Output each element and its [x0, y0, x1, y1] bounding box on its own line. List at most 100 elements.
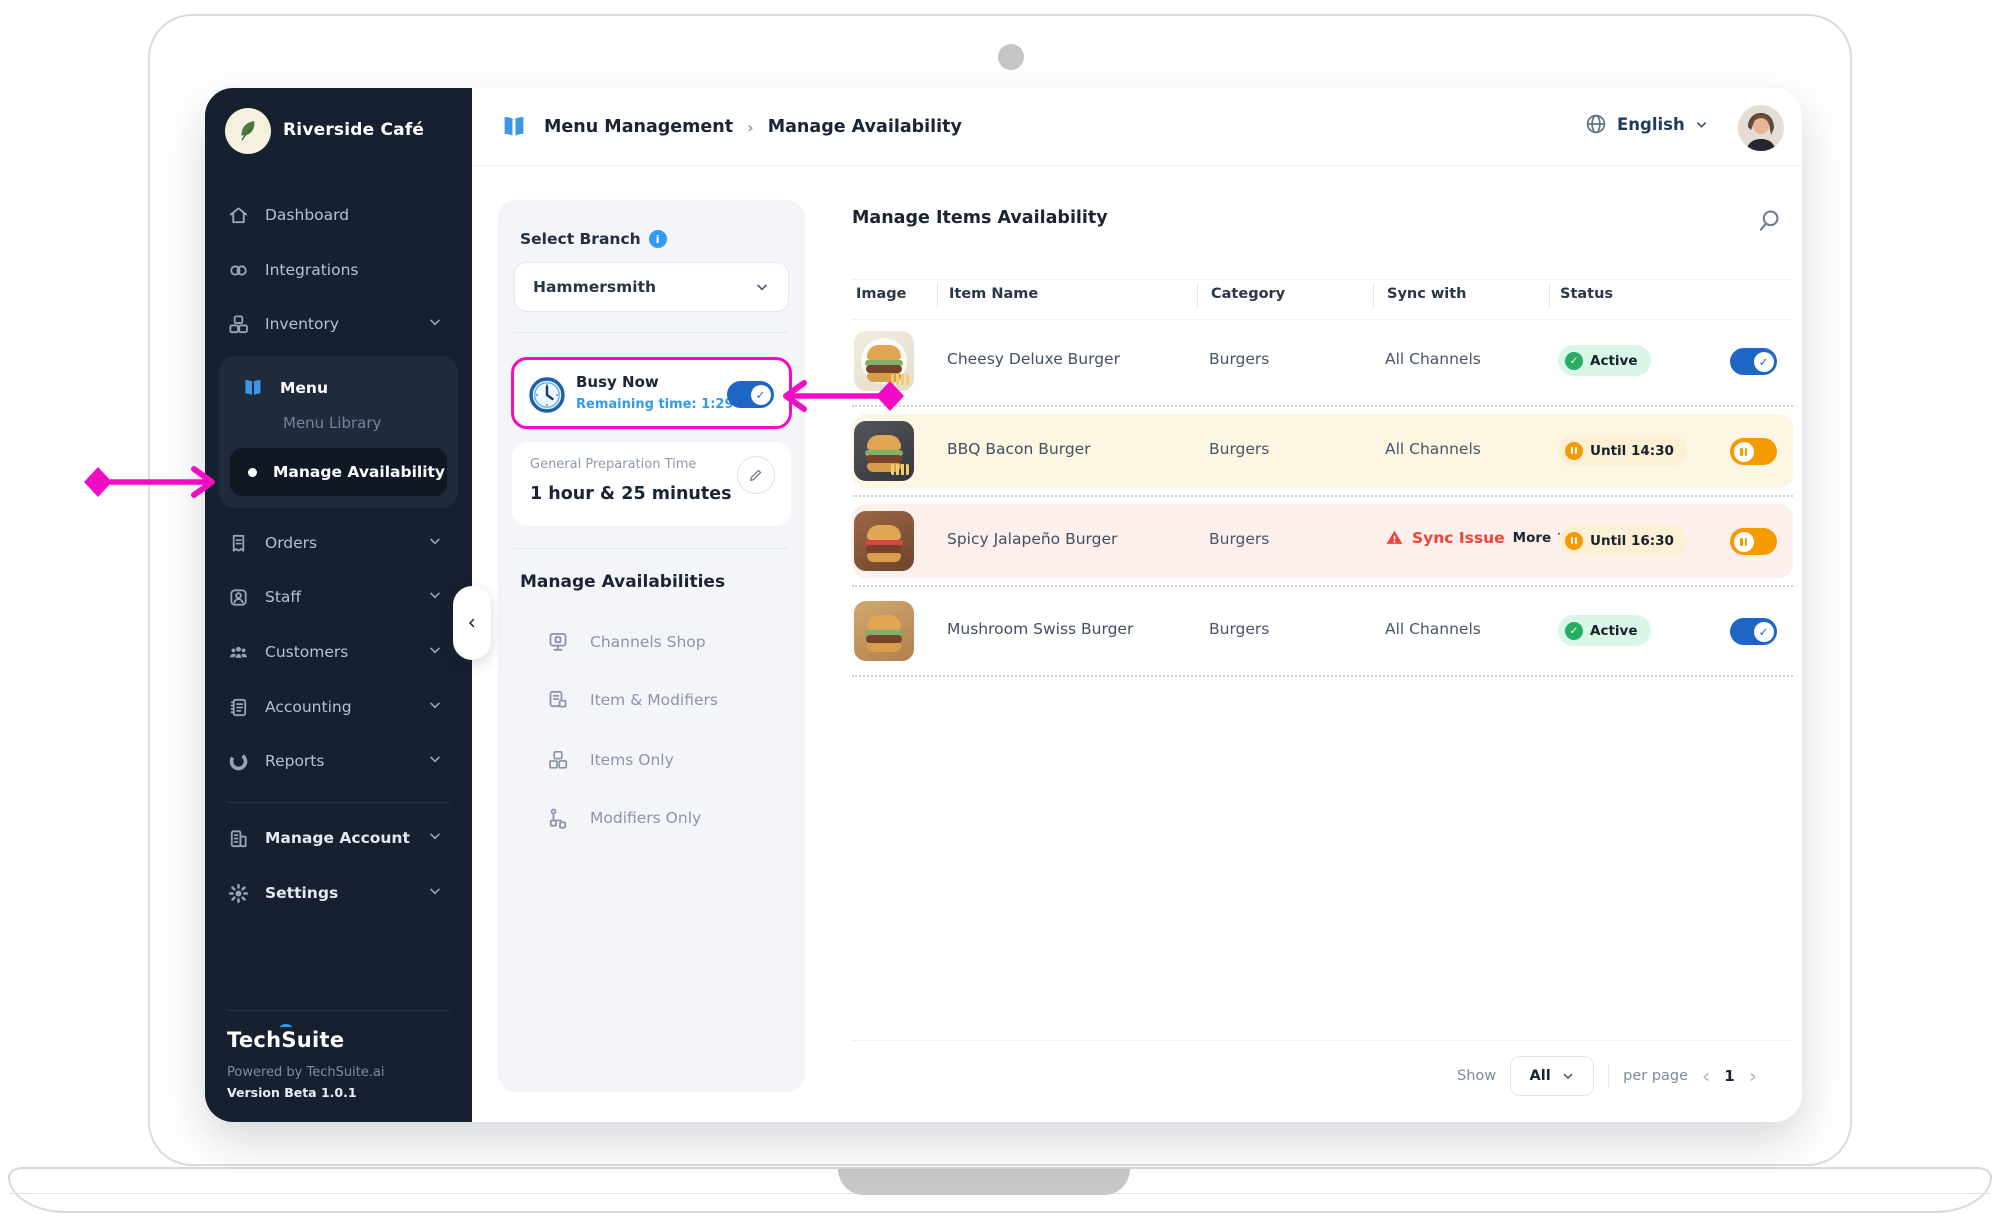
- column-header-status: Status: [1560, 286, 1614, 302]
- table-row[interactable]: Cheesy Deluxe Burger Burgers All Channel…: [852, 324, 1793, 398]
- sidebar-footer-divider: [227, 1010, 450, 1011]
- avatar[interactable]: [1738, 105, 1784, 151]
- busy-now-toggle[interactable]: ✓: [727, 381, 774, 408]
- item-category: Burgers: [1209, 620, 1270, 638]
- sidebar-item-label: Manage Availability: [273, 463, 446, 481]
- avail-item-channels-shop[interactable]: Channels Shop: [546, 620, 786, 664]
- page-size-value: All: [1529, 1068, 1551, 1084]
- select-branch-label: Select Branch i: [520, 230, 667, 248]
- breadcrumb: Menu Management › Manage Availability: [498, 112, 962, 142]
- sidebar-item-label: Integrations: [265, 261, 359, 279]
- prep-time-value: 1 hour & 25 minutes: [530, 484, 732, 504]
- prep-time-label: General Preparation Time: [530, 457, 697, 472]
- sidebar-item-label: Menu: [280, 379, 329, 397]
- busy-remaining-time: Remaining time: 1:29: [576, 397, 734, 412]
- check-icon: ✓: [1565, 351, 1583, 370]
- branch-select[interactable]: Hammersmith: [514, 262, 789, 312]
- sidebar-item-manage-account[interactable]: Manage Account: [227, 816, 451, 860]
- reports-icon: [229, 752, 248, 770]
- item-name: BBQ Bacon Burger: [947, 440, 1091, 458]
- page-size-select[interactable]: All: [1510, 1056, 1595, 1096]
- brand-name: Riverside Café: [283, 120, 425, 140]
- sidebar-item-menu-library[interactable]: Menu Library: [283, 414, 381, 432]
- toggle-knob: ✓: [1753, 351, 1774, 372]
- toggle-knob: ✓: [750, 384, 771, 405]
- sidebar-collapse-handle[interactable]: [453, 586, 491, 660]
- prep-time-card: General Preparation Time 1 hour & 25 min…: [512, 442, 791, 526]
- avatar-image: [1738, 105, 1784, 151]
- item-name: Cheesy Deluxe Burger: [947, 350, 1120, 368]
- sidebar-item-menu[interactable]: Menu: [241, 366, 441, 410]
- item-name: Mushroom Swiss Burger: [947, 620, 1134, 638]
- column-header-image: Image: [856, 286, 907, 302]
- current-page: 1: [1724, 1067, 1735, 1085]
- search-button[interactable]: [1752, 204, 1786, 238]
- gear-icon: [228, 883, 249, 903]
- sidebar-item-inventory[interactable]: Inventory: [227, 302, 451, 346]
- breadcrumb-parent[interactable]: Menu Management: [544, 117, 733, 137]
- availability-toggle[interactable]: ✓: [1730, 618, 1777, 645]
- toggle-knob: [1733, 441, 1754, 462]
- column-separator: [1373, 282, 1374, 308]
- search-icon: [1759, 210, 1779, 231]
- branch-panel: Select Branch i Hammersmith Busy Now Rem…: [498, 200, 805, 1092]
- item-image: [854, 331, 914, 391]
- sidebar-item-label: Manage Account: [265, 829, 410, 847]
- sidebar-item-integrations[interactable]: Integrations: [227, 248, 451, 292]
- table-header: Image Item Name Category Sync with Statu…: [852, 279, 1793, 309]
- staff-icon: [230, 588, 247, 606]
- busy-now-card: Busy Now Remaining time: 1:29 ✓: [511, 357, 792, 429]
- item-sync: All Channels: [1385, 440, 1481, 458]
- prev-page-button[interactable]: ‹: [1702, 1066, 1710, 1086]
- chevron-down-icon: [427, 883, 443, 903]
- sidebar-item-staff[interactable]: Staff: [227, 575, 451, 619]
- info-icon[interactable]: i: [648, 230, 667, 248]
- sidebar-item-reports[interactable]: Reports: [227, 739, 451, 783]
- toggle-knob: [1733, 531, 1754, 552]
- sidebar-item-manage-availability[interactable]: Manage Availability: [230, 448, 447, 496]
- screenshot-stage: Riverside Café Dashboard Integrations In…: [0, 0, 2000, 1232]
- status-badge: ✓ Active: [1558, 615, 1651, 646]
- table-row[interactable]: Spicy Jalapeño Burger Burgers Sync Issue…: [852, 504, 1793, 578]
- language-selector[interactable]: English: [1584, 112, 1709, 136]
- sidebar-item-settings[interactable]: Settings: [227, 871, 451, 915]
- table-row[interactable]: BBQ Bacon Burger Burgers All Channels Un…: [852, 414, 1793, 488]
- column-header-sync: Sync with: [1387, 286, 1467, 302]
- sidebar-item-label: Reports: [265, 752, 325, 770]
- sidebar-item-dashboard[interactable]: Dashboard: [227, 193, 451, 237]
- sidebar-item-accounting[interactable]: Accounting: [227, 685, 451, 729]
- chevron-down-icon: [1696, 121, 1706, 128]
- chevron-down-icon: [427, 828, 443, 848]
- chevron-down-icon: [427, 697, 443, 717]
- sidebar-item-orders[interactable]: Orders: [227, 521, 451, 565]
- brand-logo: [225, 108, 271, 154]
- main-area: Menu Management › Manage Availability En…: [472, 88, 1802, 1122]
- table-row[interactable]: Mushroom Swiss Burger Burgers All Channe…: [852, 594, 1793, 668]
- item-category: Burgers: [1209, 530, 1270, 548]
- availability-toggle[interactable]: [1730, 438, 1777, 465]
- pagination: Show All per page ‹ 1 ›: [1457, 1056, 1757, 1096]
- chevron-down-icon: [757, 284, 767, 291]
- chevron-down-icon: [1563, 1073, 1572, 1080]
- item-image: [854, 511, 914, 571]
- avail-item-label: Item & Modifiers: [590, 691, 718, 709]
- avail-item-items-only[interactable]: Items Only: [546, 738, 786, 782]
- avail-item-item-modifiers[interactable]: Item & Modifiers: [546, 678, 786, 722]
- row-separator: [852, 675, 1793, 677]
- trackpad-notch: [838, 1169, 1130, 1195]
- sidebar-item-label: Staff: [265, 588, 302, 606]
- edit-prep-time-button[interactable]: [737, 456, 775, 494]
- table-bottom-border: [852, 1040, 1793, 1041]
- accounting-icon: [230, 698, 247, 716]
- availability-toggle[interactable]: ✓: [1730, 348, 1777, 375]
- orders-icon: [232, 534, 245, 552]
- sidebar-item-customers[interactable]: Customers: [227, 630, 451, 674]
- item-category: Burgers: [1209, 440, 1270, 458]
- building-icon: [230, 829, 247, 847]
- top-bar: Menu Management › Manage Availability En…: [472, 88, 1802, 166]
- next-page-button[interactable]: ›: [1749, 1066, 1757, 1086]
- avail-item-modifiers-only[interactable]: Modifiers Only: [546, 796, 786, 840]
- customers-icon: [229, 646, 248, 658]
- chevron-down-icon: [427, 533, 443, 553]
- availability-toggle[interactable]: [1730, 528, 1777, 555]
